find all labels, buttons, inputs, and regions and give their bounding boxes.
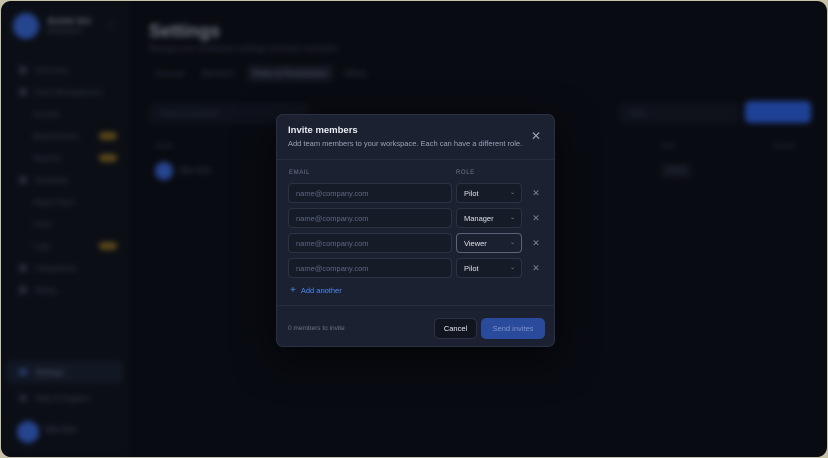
chevron-down-icon: ⌄ xyxy=(509,215,515,221)
plus-icon: + xyxy=(290,285,296,296)
chevron-down-icon: ⌄ xyxy=(509,265,515,271)
role-select[interactable]: Pilot ⌄ xyxy=(456,258,522,278)
invite-row: Pilot ⌄ ✕ xyxy=(288,258,546,278)
email-field[interactable] xyxy=(288,233,452,253)
email-field[interactable] xyxy=(288,183,452,203)
invite-row: Pilot ⌄ ✕ xyxy=(288,183,546,203)
role-select[interactable]: Pilot ⌄ xyxy=(456,183,522,203)
header-divider xyxy=(277,159,554,160)
remove-icon[interactable]: ✕ xyxy=(530,262,542,274)
role-select-value: Pilot xyxy=(464,263,479,273)
email-field[interactable] xyxy=(288,208,452,228)
chevron-down-icon: ⌄ xyxy=(509,240,515,246)
invite-row: Manager ⌄ ✕ xyxy=(288,208,546,228)
remove-icon[interactable]: ✕ xyxy=(530,237,542,249)
role-select-value: Manager xyxy=(464,213,494,223)
invite-row: Viewer ⌄ ✕ xyxy=(288,233,546,253)
modal-title: Invite members xyxy=(288,125,358,136)
app-window: Acme Inc Workspace ⟨ Overview Fleet Mana… xyxy=(1,1,827,457)
role-select[interactable]: Viewer ⌄ xyxy=(456,233,522,253)
invite-members-modal: Invite members Add team members to your … xyxy=(276,114,555,347)
role-column-label: ROLE xyxy=(456,170,475,176)
email-field[interactable] xyxy=(288,258,452,278)
add-another-button[interactable]: + Add another xyxy=(290,285,342,296)
cancel-button[interactable]: Cancel xyxy=(434,318,477,339)
email-column-label: EMAIL xyxy=(289,170,311,176)
remove-icon[interactable]: ✕ xyxy=(530,187,542,199)
close-icon[interactable]: ✕ xyxy=(530,129,542,143)
remove-icon[interactable]: ✕ xyxy=(530,212,542,224)
footer-divider xyxy=(277,305,554,306)
chevron-down-icon: ⌄ xyxy=(509,190,515,196)
role-select-value: Pilot xyxy=(464,188,479,198)
role-select-value: Viewer xyxy=(464,238,487,248)
add-another-label: Add another xyxy=(300,286,342,295)
modal-description: Add team members to your workspace. Each… xyxy=(288,139,523,148)
send-invites-button[interactable]: Send invites xyxy=(481,318,545,339)
role-select[interactable]: Manager ⌄ xyxy=(456,208,522,228)
invite-count: 0 members to invite xyxy=(288,325,345,332)
